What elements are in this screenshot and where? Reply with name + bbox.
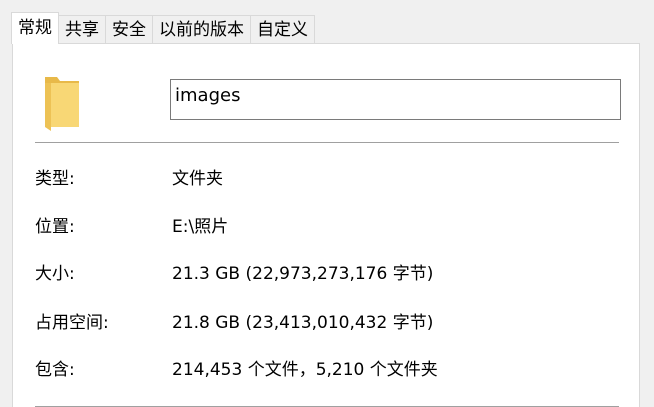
general-panel: 类型: 文件夹 位置: E:\照片 大小: 21.3 GB (22,973,27… xyxy=(12,43,640,407)
size-on-disk-value: 21.8 GB (23,413,010,432 字节) xyxy=(172,313,434,333)
tab-sharing[interactable]: 共享 xyxy=(58,15,106,44)
location-value: E:\照片 xyxy=(172,217,229,237)
location-row: 位置: E:\照片 xyxy=(35,214,625,240)
contains-value: 214,453 个文件，5,210 个文件夹 xyxy=(172,360,438,380)
folder-icon xyxy=(45,77,79,131)
size-on-disk-label: 占用空间: xyxy=(35,313,109,333)
tab-general[interactable]: 常规 xyxy=(11,12,59,44)
properties-dialog: 常规 共享 安全 以前的版本 自定义 类型: 文件夹 位置: E:\照片 大小:… xyxy=(0,0,654,407)
contains-row: 包含: 214,453 个文件，5,210 个文件夹 xyxy=(35,357,625,383)
tab-security[interactable]: 安全 xyxy=(105,15,153,44)
tab-previous-versions[interactable]: 以前的版本 xyxy=(152,15,251,44)
size-row: 大小: 21.3 GB (22,973,273,176 字节) xyxy=(35,261,625,287)
folder-name-input[interactable] xyxy=(170,79,621,120)
type-row: 类型: 文件夹 xyxy=(35,166,625,192)
type-label: 类型: xyxy=(35,169,75,189)
type-value: 文件夹 xyxy=(172,169,223,189)
divider xyxy=(35,142,619,143)
tab-customize[interactable]: 自定义 xyxy=(250,15,315,44)
contains-label: 包含: xyxy=(35,360,75,380)
size-label: 大小: xyxy=(35,264,75,284)
tab-strip: 常规 共享 安全 以前的版本 自定义 xyxy=(11,12,315,44)
size-value: 21.3 GB (22,973,273,176 字节) xyxy=(172,264,434,284)
location-label: 位置: xyxy=(35,217,75,237)
size-on-disk-row: 占用空间: 21.8 GB (23,413,010,432 字节) xyxy=(35,310,625,336)
